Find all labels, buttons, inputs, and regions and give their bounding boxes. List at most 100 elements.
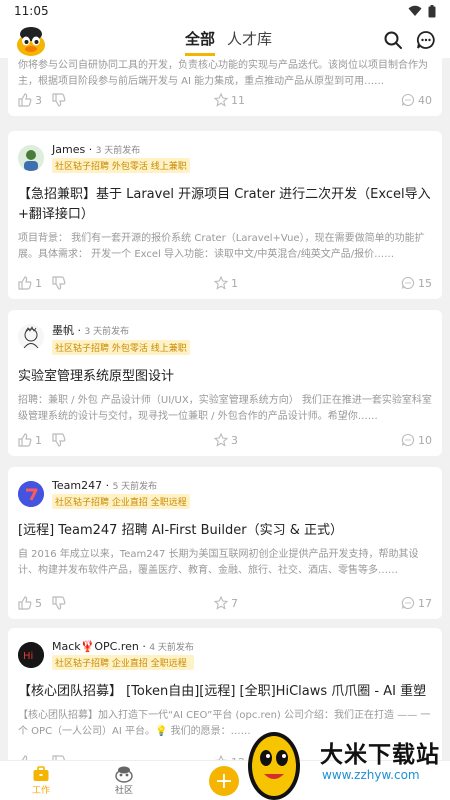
author-name[interactable]: Mack🦞OPC.ren (52, 640, 139, 653)
favorite-count: 3 (231, 433, 238, 447)
message-icon[interactable] (416, 30, 436, 50)
post-summary: 自 2016 年成立以来，Team247 长期为美国互联网初创企业提供产品开发支… (18, 549, 419, 576)
post-summary: 招聘：兼职 / 外包 产品设计师（UI/UX，实验室管理系统方向） 我们正在推进… (18, 395, 432, 422)
post-actions: 1 3 10 (18, 432, 432, 448)
thumb-down-icon (52, 276, 66, 290)
avatar[interactable] (18, 145, 44, 171)
post-title[interactable]: [远程] Team247 招聘 AI-First Builder（实习 & 正式… (18, 521, 432, 541)
avatar-sketch-icon (18, 324, 44, 350)
post-tags[interactable]: 社区轱子招聘 企业直招 全职远程 (52, 655, 194, 670)
like-count: 1 (35, 433, 42, 447)
comment-count: 15 (418, 276, 432, 290)
avatar[interactable] (18, 481, 44, 507)
post-header: 墨帆 · 3 天前发布 社区轱子招聘 外包零活 线上兼职 (18, 310, 432, 355)
thumb-up-icon (18, 433, 32, 447)
comment-count: 17 (418, 596, 432, 610)
nav-work-label: 工作 (32, 786, 51, 796)
comment-button[interactable]: 15 (401, 276, 432, 290)
author-name[interactable]: Team247 (52, 479, 102, 492)
post-summary: 项目背景： 我们有一套开源的报价系统 Crater（Laravel+Vue），现… (18, 233, 425, 260)
comment-count: 10 (418, 433, 432, 447)
comment-icon (401, 93, 415, 107)
post-card[interactable]: Team247 · 5 天前发布 社区轱子招聘 企业直招 全职远程 [远程] T… (8, 467, 442, 619)
favorite-count: 11 (231, 93, 245, 107)
author-name[interactable]: 墨帆 (52, 324, 74, 337)
post-actions: 3 11 40 (18, 92, 432, 108)
tab-talent-pool[interactable]: 人才库 (227, 28, 272, 56)
post-time: 3 天前发布 (84, 327, 130, 337)
nav-work[interactable]: 工作 (32, 765, 50, 796)
wifi-icon (408, 5, 422, 16)
comment-icon (401, 276, 415, 290)
favorite-button[interactable]: 11 (214, 93, 245, 107)
nav-community[interactable]: 社区 (114, 765, 134, 796)
thumb-down-icon (52, 93, 66, 107)
post-tags[interactable]: 社区轱子招聘 企业直招 全职远程 (52, 494, 190, 509)
post-header: Team247 · 5 天前发布 社区轱子招聘 企业直招 全职远程 (18, 467, 432, 509)
like-button[interactable]: 1 (18, 276, 42, 290)
post-card[interactable]: 你将参与公司自研协同工具的开发，负责核心功能的实现与产品迭代。该岗位以项目制合作… (8, 58, 442, 116)
dislike-button[interactable] (52, 596, 66, 610)
post-summary: 你将参与公司自研协同工具的开发，负责核心功能的实现与产品迭代。该岗位以项目制合作… (18, 60, 428, 87)
dislike-button[interactable] (52, 276, 66, 290)
avatar[interactable] (18, 324, 44, 350)
briefcase-icon (33, 766, 49, 781)
star-icon (214, 93, 228, 107)
duck-logo-icon[interactable] (14, 24, 48, 58)
favorite-button[interactable]: 3 (214, 433, 238, 447)
post-time: 3 天前发布 (95, 146, 141, 156)
comment-button[interactable]: 17 (401, 596, 432, 610)
comment-count: 40 (418, 93, 432, 107)
avatar-hiclaws-icon: Hi (18, 642, 44, 668)
avatar-image-icon (18, 145, 44, 171)
like-button[interactable]: 3 (18, 93, 42, 107)
author-name[interactable]: James (52, 143, 85, 156)
thumb-up-icon (18, 596, 32, 610)
post-actions: 5 7 17 (18, 595, 432, 611)
like-button[interactable]: 5 (18, 596, 42, 610)
favorite-button[interactable]: 7 (214, 596, 238, 610)
post-card[interactable]: 墨帆 · 3 天前发布 社区轱子招聘 外包零活 线上兼职 实验室管理系统原型图设… (8, 310, 442, 456)
avatar-team247-icon (18, 481, 44, 507)
post-feed[interactable]: 你将参与公司自研协同工具的开发，负责核心功能的实现与产品迭代。该岗位以项目制合作… (0, 58, 450, 760)
post-actions: 1 1 15 (18, 275, 432, 291)
svg-text:Hi: Hi (23, 651, 33, 662)
comment-button[interactable]: 10 (401, 433, 432, 447)
watermark-title: 大米下载站 (320, 742, 440, 768)
like-count: 1 (35, 276, 42, 290)
post-title[interactable]: 实验室管理系统原型图设计 (18, 367, 432, 387)
post-tags[interactable]: 社区轱子招聘 外包零活 线上兼职 (52, 340, 190, 355)
nav-community-label: 社区 (114, 786, 133, 796)
comment-button[interactable]: 40 (401, 93, 432, 107)
like-count: 5 (35, 596, 42, 610)
favorite-count: 7 (231, 596, 238, 610)
star-icon (214, 433, 228, 447)
post-title[interactable]: 【核心团队招募】 [Token自由][远程] [全职]HiClaws 爪爪圈 -… (18, 682, 432, 702)
post-header: James · 3 天前发布 社区轱子招聘 外包零活 线上兼职 (18, 131, 432, 173)
thumb-up-icon (18, 93, 32, 107)
thumb-down-icon (52, 433, 66, 447)
status-bar: 11:05 (0, 0, 450, 22)
dislike-button[interactable] (52, 433, 66, 447)
watermark-url: www.zzhyw.com (322, 768, 420, 782)
favorite-count: 1 (231, 276, 238, 290)
post-card[interactable]: James · 3 天前发布 社区轱子招聘 外包零活 线上兼职 【急招兼职】基于… (8, 131, 442, 299)
app-header: 全部 人才库 (0, 22, 450, 58)
avatar[interactable]: Hi (18, 642, 44, 668)
battery-icon (428, 4, 436, 17)
tab-all[interactable]: 全部 (185, 28, 216, 56)
add-post-button[interactable]: + (209, 766, 239, 796)
star-icon (214, 276, 228, 290)
dislike-button[interactable] (52, 93, 66, 107)
post-tags[interactable]: 社区轱子招聘 外包零活 线上兼职 (52, 158, 190, 173)
comment-icon (401, 433, 415, 447)
search-icon[interactable] (383, 30, 403, 50)
status-icons (408, 4, 436, 18)
star-icon (214, 596, 228, 610)
status-time: 11:05 (14, 4, 49, 18)
like-button[interactable]: 1 (18, 433, 42, 447)
post-title[interactable]: 【急招兼职】基于 Laravel 开源项目 Crater 进行二次开发（Exce… (18, 185, 432, 225)
feed-tabs: 全部 人才库 (185, 28, 272, 56)
favorite-button[interactable]: 1 (214, 276, 238, 290)
post-header: Hi Mack🦞OPC.ren · 4 天前发布 社区轱子招聘 企业直招 全职远… (18, 628, 432, 670)
